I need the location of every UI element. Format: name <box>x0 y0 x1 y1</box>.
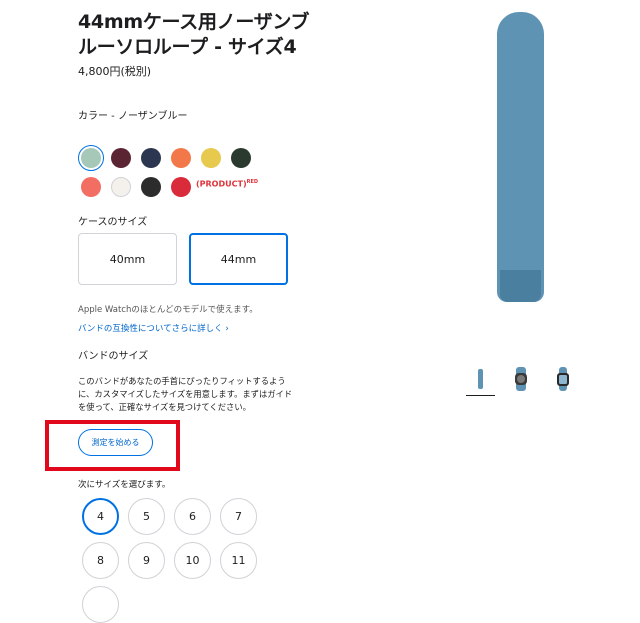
product-band-image <box>497 12 544 302</box>
compatibility-note: Apple Watchのほとんどのモデルで使えます。 <box>78 305 258 315</box>
price: 4,800円(税別) <box>78 65 152 78</box>
compatibility-link[interactable]: バンドの互換性についてさらに詳しく › <box>78 322 229 334</box>
size-button-5[interactable]: 5 <box>128 498 165 535</box>
color-swatch-white[interactable] <box>111 177 131 197</box>
size-button-8[interactable]: 8 <box>82 542 119 579</box>
size-button-10[interactable]: 10 <box>174 542 211 579</box>
thumbnail-band-only[interactable] <box>466 366 495 392</box>
color-swatch-red[interactable] <box>171 177 191 197</box>
band-size-label: バンドのサイズ <box>78 351 149 362</box>
case-size-44mm-button[interactable]: 44mm <box>189 233 288 285</box>
title-line-1: 44mmケース用ノーザンブ <box>78 11 310 33</box>
color-swatch-black[interactable] <box>141 177 161 197</box>
highlight-box <box>45 420 180 471</box>
color-swatch-navy[interactable] <box>141 148 161 168</box>
color-swatch-coral[interactable] <box>81 177 101 197</box>
product-band-tip <box>500 270 541 302</box>
case-size-label: ケースのサイズ <box>78 217 148 228</box>
thumbnail-watch-side[interactable] <box>508 366 534 392</box>
product-title: 44mmケース用ノーザンブ ルーソロループ - サイズ4 <box>78 10 318 60</box>
thumbnail-selected-indicator <box>466 395 495 396</box>
case-size-40mm-button[interactable]: 40mm <box>78 233 177 285</box>
color-swatch-northern-blue[interactable] <box>78 145 104 171</box>
thumbnail-watch-front[interactable] <box>550 366 576 392</box>
product-red-label: (PRODUCT)RED <box>196 179 259 189</box>
size-button-6[interactable]: 6 <box>174 498 211 535</box>
color-swatch-dark-green[interactable] <box>231 148 251 168</box>
color-swatch-orange[interactable] <box>171 148 191 168</box>
color-swatch-burgundy[interactable] <box>111 148 131 168</box>
size-button-11[interactable]: 11 <box>220 542 257 579</box>
color-swatch-yellow[interactable] <box>201 148 221 168</box>
size-button-7[interactable]: 7 <box>220 498 257 535</box>
size-button-9[interactable]: 9 <box>128 542 165 579</box>
color-label: カラー - ノーザンブルー <box>78 111 188 122</box>
title-line-2: ルーソロループ - サイズ4 <box>78 36 297 58</box>
size-button-partial[interactable] <box>82 586 119 623</box>
size-button-4[interactable]: 4 <box>82 498 119 535</box>
band-size-description: このバンドがあなたの手首にぴったりフィットするように、カスタマイズしたサイズを用… <box>78 376 293 412</box>
choose-size-label: 次にサイズを選びます。 <box>78 480 171 490</box>
